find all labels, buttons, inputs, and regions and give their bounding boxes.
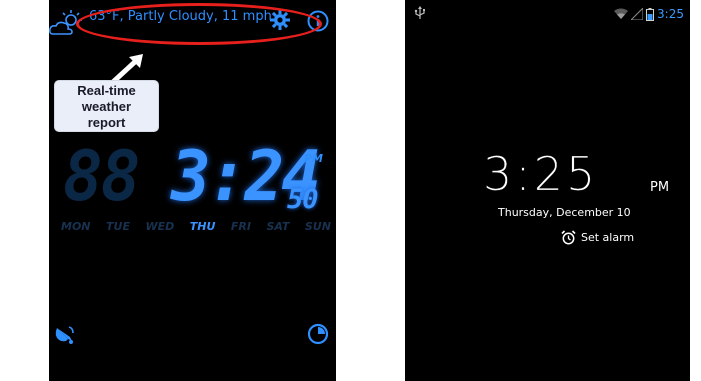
timer-icon[interactable]: [307, 323, 329, 345]
right-phone-screen: 3:25 3:25 PM Thursday, December 10 Set a…: [405, 0, 690, 381]
usb-icon: [414, 6, 425, 19]
partly-cloudy-icon: [49, 10, 82, 35]
lock-screen-period: PM: [650, 180, 670, 195]
alarm-clock-icon: [561, 230, 576, 245]
bell-icon[interactable]: [53, 322, 77, 346]
status-bar-time: 3:25: [657, 7, 684, 21]
clock-period: PM: [304, 152, 324, 165]
day-tue: TUE: [106, 220, 130, 233]
callout-line-2: weather: [81, 99, 132, 114]
callout-label: Real-time weather report: [54, 80, 159, 132]
set-alarm-button[interactable]: Set alarm: [561, 230, 634, 245]
weekday-row: MON TUE WED THU FRI SAT SUN: [61, 220, 331, 233]
gear-icon[interactable]: [270, 10, 290, 30]
callout-line-1: Real-time: [77, 83, 136, 98]
day-fri: FRI: [230, 220, 251, 233]
clock-seconds: 50: [287, 184, 319, 215]
battery-icon: [646, 7, 655, 21]
set-alarm-label: Set alarm: [581, 231, 635, 244]
day-sun: SUN: [304, 220, 331, 233]
day-sat: SAT: [266, 220, 290, 233]
day-thu: THU: [189, 220, 216, 233]
callout-line-3: report: [87, 115, 126, 130]
clock-ghost-digits: 88: [63, 136, 140, 217]
signal-icon: [631, 8, 644, 20]
lock-screen-date: Thursday, December 10: [498, 206, 631, 219]
day-wed: WED: [145, 220, 175, 233]
info-icon[interactable]: [307, 10, 329, 32]
lock-screen-time: 3:25: [483, 147, 599, 201]
weather-report-text[interactable]: 63°F, Partly Cloudy, 11 mph: [89, 9, 279, 25]
wifi-icon: [614, 8, 629, 19]
left-phone-screen: 63°F, Partly Cloudy, 11 mph Real-time we…: [49, 0, 336, 381]
status-bar-right: 3:25: [614, 6, 684, 22]
day-mon: MON: [61, 220, 91, 233]
